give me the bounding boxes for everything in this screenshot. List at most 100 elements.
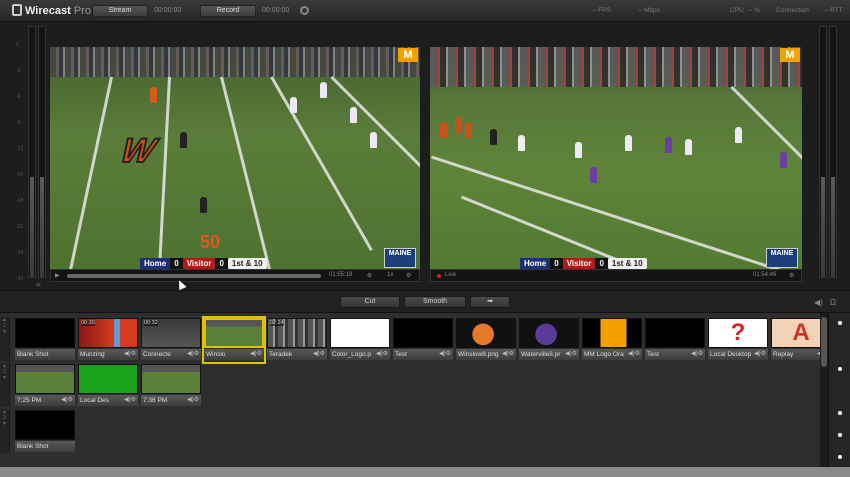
speed-select[interactable]: 1x: [387, 272, 393, 278]
zoom-icon[interactable]: ⊕: [367, 272, 372, 279]
shot-audio-settings-icon[interactable]: ◀)⚙: [502, 349, 514, 360]
cut-select[interactable]: Cut: [340, 296, 400, 308]
shot-audio-settings-icon[interactable]: ◀)⚙: [628, 349, 640, 360]
live-label: Live: [445, 272, 457, 278]
layer-4-visible-icon[interactable]: [838, 433, 842, 437]
shot-audio-settings-icon[interactable]: ◀)⚙: [124, 395, 136, 406]
preview-settings-icon[interactable]: ⚙: [406, 272, 411, 279]
meter-scale-tick: -30: [16, 276, 24, 282]
preview-screen[interactable]: W 50 M Home 0 Visitor 0 1st & 10 MAINE: [50, 47, 420, 269]
shot-tile[interactable]: 02:24 Teradek ◀)⚙: [267, 318, 327, 362]
shot-thumbnail[interactable]: [582, 318, 642, 348]
audio-meter-left-2: [38, 26, 46, 278]
shot-audio-settings-icon[interactable]: ◀)⚙: [187, 395, 199, 406]
audio-meter-left: [28, 26, 36, 278]
shot-thumbnail[interactable]: ?: [708, 318, 768, 348]
shot-tile[interactable]: 00:32 Connecte ◀)⚙: [141, 318, 201, 362]
go-button[interactable]: ➡: [470, 296, 510, 308]
shot-audio-settings-icon[interactable]: ◀)⚙: [754, 349, 766, 360]
play-icon[interactable]: ▶: [55, 272, 60, 279]
shot-tile[interactable]: ? Local Desktop ◀)⚙: [708, 318, 768, 362]
shot-label: Winslow8.png ◀)⚙: [456, 349, 516, 360]
shot-tile[interactable]: Blank Shot: [15, 318, 75, 362]
score-overlay-live: Home 0 Visitor 0 1st & 10: [520, 257, 647, 269]
maine-logo: MAINE: [384, 248, 416, 268]
shot-label: Connecte ◀)⚙: [141, 349, 201, 360]
shot-tile[interactable]: Waterville8.pr ◀)⚙: [519, 318, 579, 362]
shot-audio-settings-icon[interactable]: ◀)⚙: [565, 349, 577, 360]
headphones-icon-left[interactable]: ⌓: [36, 282, 41, 289]
shot-tile[interactable]: Blank Shot: [15, 410, 75, 454]
shot-thumbnail[interactable]: [15, 410, 75, 440]
shot-audio-settings-icon[interactable]: ◀)⚙: [439, 349, 451, 360]
shot-audio-settings-icon[interactable]: ◀)⚙: [250, 349, 262, 360]
shot-audio-settings-icon[interactable]: ◀)⚙: [61, 395, 73, 406]
shot-label: Color_Logo.p ◀)⚙: [330, 349, 390, 360]
shot-tile[interactable]: Color_Logo.p ◀)⚙: [330, 318, 390, 362]
shot-audio-settings-icon[interactable]: ◀)⚙: [313, 349, 325, 360]
meter-scale-tick: -3: [16, 68, 21, 74]
layer-2-visible-icon[interactable]: [838, 367, 842, 371]
stream-button[interactable]: Stream: [92, 5, 148, 17]
shot-thumbnail[interactable]: [456, 318, 516, 348]
shot-audio-settings-icon[interactable]: ◀)⚙: [187, 349, 199, 360]
shot-thumbnail[interactable]: [78, 364, 138, 394]
shot-thumbnail[interactable]: [204, 318, 264, 348]
live-screen[interactable]: M Home 0 Visitor 0 1st & 10 MAINE: [430, 47, 802, 269]
layer-2-handle[interactable]: ▲ 2 ▼: [0, 363, 10, 407]
maine-logo-live: MAINE: [766, 248, 798, 268]
shot-thumbnail[interactable]: 00:30: [78, 318, 138, 348]
preview-transport: ▶ 01:55:18 ⊕ 1x ⚙: [50, 269, 420, 282]
preview-timecode: 01:55:18: [329, 272, 353, 278]
shot-label: 7:25 PM ◀)⚙: [15, 395, 75, 406]
shot-label: Winslo ◀)⚙: [204, 349, 264, 360]
fps-readout: -- FPS: [592, 7, 611, 14]
shot-tile[interactable]: 7:25 PM ◀)⚙: [15, 364, 75, 408]
yard-number: 50: [200, 232, 221, 252]
shot-tile[interactable]: Test ◀)⚙: [645, 318, 705, 362]
layer-5-visible-icon[interactable]: [838, 455, 842, 459]
shot-tile[interactable]: Winslow8.png ◀)⚙: [456, 318, 516, 362]
shot-thumbnail[interactable]: [519, 318, 579, 348]
live-timecode: 01:54:46: [753, 272, 777, 278]
headphones-icon[interactable]: Ω: [830, 298, 836, 307]
shot-thumbnail[interactable]: [15, 364, 75, 394]
speaker-icon[interactable]: ◀): [814, 298, 823, 307]
scrub-bar[interactable]: [67, 274, 321, 278]
live-settings-icon[interactable]: ⚙: [789, 272, 794, 279]
layer-3-handle[interactable]: ▲ 3 ▼: [0, 409, 10, 453]
shot-tile[interactable]: MM Logo Ora ◀)⚙: [582, 318, 642, 362]
layer-1-handle[interactable]: ▲ 1 ▼: [0, 317, 10, 361]
shot-thumbnail[interactable]: [15, 318, 75, 348]
smooth-select[interactable]: Smooth: [404, 296, 466, 308]
meter-scale-tick: -15: [16, 172, 24, 178]
shot-audio-settings-icon[interactable]: ◀)⚙: [376, 349, 388, 360]
shot-tile[interactable]: Winslo ◀)⚙: [202, 316, 266, 364]
record-timer: 00:00:00: [262, 7, 290, 14]
shot-thumbnail[interactable]: 02:24: [267, 318, 327, 348]
layer-1-visible-icon[interactable]: [838, 321, 842, 325]
meter-scale-tick: -9: [16, 120, 21, 126]
shot-thumbnail[interactable]: [393, 318, 453, 348]
live-indicator-icon: [437, 274, 441, 278]
layer-visibility-column: [828, 313, 850, 468]
layer-3-visible-icon[interactable]: [838, 411, 842, 415]
shot-audio-settings-icon[interactable]: ◀)⚙: [124, 349, 136, 360]
shot-thumbnail[interactable]: [645, 318, 705, 348]
shot-tile[interactable]: Test ◀)⚙: [393, 318, 453, 362]
shot-label: 7:36 PM ◀)⚙: [141, 395, 201, 406]
settings-gear-icon[interactable]: [300, 6, 309, 15]
shot-label: Munzing ◀)⚙: [78, 349, 138, 360]
shot-scrollbar[interactable]: [820, 313, 828, 468]
shot-tile[interactable]: 7:36 PM ◀)⚙: [141, 364, 201, 408]
shot-tile[interactable]: 00:30 Munzing ◀)⚙: [78, 318, 138, 362]
meter-scale-tick: -12: [16, 146, 24, 152]
stream-timer: 00:00:00: [154, 7, 182, 14]
shot-thumbnail[interactable]: [141, 364, 201, 394]
shot-tile[interactable]: Local Des ◀)⚙: [78, 364, 138, 408]
shot-thumbnail[interactable]: 00:32: [141, 318, 201, 348]
shot-audio-settings-icon[interactable]: ◀)⚙: [691, 349, 703, 360]
transition-bar: Cut Smooth ➡ ◀) Ω: [0, 290, 850, 312]
shot-thumbnail[interactable]: [330, 318, 390, 348]
record-button[interactable]: Record: [200, 5, 256, 17]
